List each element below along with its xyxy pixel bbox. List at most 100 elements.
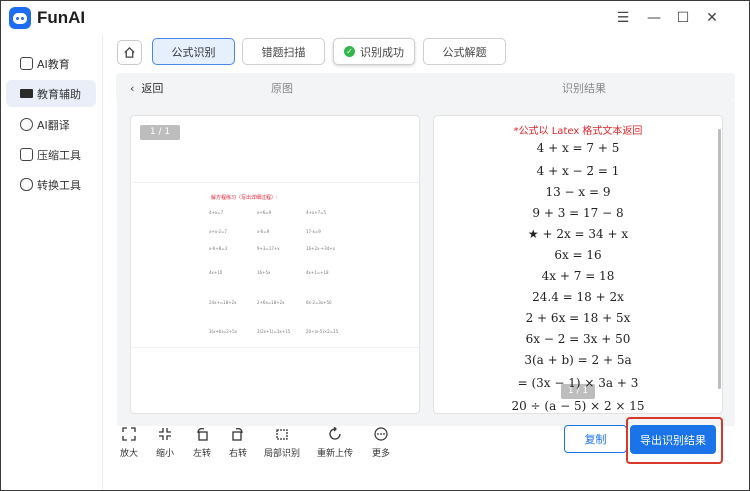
toolbar-label: 缩小 bbox=[155, 449, 174, 459]
formula-line: 24.4 = 18 + 2x bbox=[532, 290, 624, 304]
document-equation: x+x-2=7 bbox=[209, 229, 227, 234]
sidebar-item-ai-education[interactable]: AI教育 bbox=[6, 50, 96, 77]
document-equation: 2+6x=18+2x bbox=[257, 300, 285, 305]
toolbar-label: 右转 bbox=[228, 449, 247, 459]
toolbar-label: 重新上传 bbox=[316, 449, 353, 459]
shrink-icon bbox=[159, 428, 171, 440]
expand-icon bbox=[122, 427, 136, 441]
formula-line: = (3x − 1) × 3a + 3 bbox=[517, 376, 639, 390]
document-title: 解方程练习（写出详细过程）: bbox=[211, 195, 278, 201]
sidebar-item-label: AI翻译 bbox=[37, 118, 70, 132]
sidebar-item-compress-tool[interactable]: 压缩工具 bbox=[6, 141, 96, 168]
tab-formula-solving[interactable]: 公式解题 bbox=[423, 38, 506, 65]
document-equation: 16+2x-+34+x bbox=[306, 246, 335, 251]
maximize-icon[interactable]: ☐ bbox=[674, 9, 692, 27]
formula-line: 9 + 3 = 17 − 8 bbox=[532, 206, 624, 220]
document-equation: 17-x=9 bbox=[306, 229, 321, 234]
toolbar-label: 放大 bbox=[119, 449, 138, 459]
convert-icon bbox=[20, 178, 33, 191]
formula-line: 4 + x − 2̄ = 1 bbox=[536, 164, 620, 178]
document-equation: x+6=9 bbox=[257, 210, 272, 215]
original-label: 原图 bbox=[271, 82, 293, 95]
toolbar-label: 局部识别 bbox=[263, 449, 300, 459]
rotate-left-icon bbox=[197, 427, 208, 441]
formula-line: 2 + 6x = 18 + 5x bbox=[525, 311, 631, 325]
sidebar-item-label: 教育辅助 bbox=[37, 87, 81, 101]
reupload-icon bbox=[329, 427, 341, 440]
document-equation: 4+x+7=5 bbox=[306, 210, 327, 215]
close-icon[interactable]: ✕ bbox=[703, 9, 721, 27]
formula-line: 6x = 16 bbox=[554, 248, 602, 262]
check-circle-icon: ✓ bbox=[344, 46, 355, 57]
toolbar-expand-button[interactable]: 放大 bbox=[109, 427, 149, 459]
home-button[interactable] bbox=[117, 40, 142, 65]
toolbar-crop-button[interactable]: 局部识别 bbox=[262, 427, 302, 459]
app-logo-icon bbox=[9, 7, 31, 29]
document-equation: 3(x+b)=2+5x bbox=[209, 329, 238, 334]
document-equation: 9+3=17+x bbox=[257, 246, 280, 251]
tab-label: 公式解题 bbox=[442, 45, 487, 59]
formula-line: ★ + 2x = 34 + x bbox=[527, 227, 629, 241]
document-equation: 4x+10 bbox=[209, 270, 223, 275]
toolbar-label: 更多 bbox=[371, 449, 390, 459]
latex-note: *公式以 Latex 格式文本返回 bbox=[513, 126, 643, 137]
formula-line: 3(a + b) = 2 + 5a bbox=[524, 353, 632, 367]
minimize-icon[interactable]: — bbox=[645, 9, 663, 27]
sidebar-item-education-assist[interactable]: 教育辅助 bbox=[6, 80, 96, 107]
sidebar-item-ai-translate[interactable]: AI翻译 bbox=[6, 111, 96, 138]
compress-icon bbox=[20, 148, 33, 161]
home-icon bbox=[124, 46, 135, 58]
formula-line: 4 + x = 7 + 5 bbox=[536, 141, 620, 155]
toolbar-label: 左转 bbox=[192, 449, 211, 459]
recognition-result-panel: *公式以 Latex 格式文本返回 1 / 1 4 + x = 7 + 54 +… bbox=[433, 115, 723, 414]
document-image: 解方程练习（写出详细过程）: 4+x=7 x+6=9 4+x+7=5 x+x-2=7 x… bbox=[131, 182, 419, 348]
formula-line: 4x + 7 = 18 bbox=[541, 269, 615, 283]
title-bar: FunAI ☰ — ☐ ✕ bbox=[1, 1, 749, 35]
original-image-panel: 1 / 1 解方程练习（写出详细过程）: 4+x=7 x+6=9 4+x+7=5 x+… bbox=[130, 115, 420, 414]
app-title: FunAI bbox=[37, 8, 86, 27]
back-label: 返回 bbox=[141, 82, 164, 95]
document-equation: 3(2x+1)=3x+15 bbox=[257, 329, 291, 334]
document-equation: 16+5x bbox=[257, 270, 271, 275]
document-equation: 4+x=7 bbox=[209, 210, 224, 215]
sub-header: ‹ 返回 原图 识别结果 bbox=[116, 73, 735, 101]
toolbar-rotate-left-button[interactable]: 左转 bbox=[182, 427, 222, 459]
document-equation: 6x-2=3x+50 bbox=[306, 300, 332, 305]
tab-label: 错题扫描 bbox=[261, 45, 306, 59]
document-equation: 4x+1=+18 bbox=[306, 270, 329, 275]
document-equation: 20÷(x-5)×2=15 bbox=[306, 329, 339, 334]
back-button[interactable]: ‹ 返回 bbox=[130, 80, 163, 96]
sidebar-item-label: 转换工具 bbox=[37, 178, 81, 192]
graduation-cap-icon bbox=[20, 57, 33, 70]
result-label: 识别结果 bbox=[562, 82, 606, 95]
translate-icon bbox=[20, 118, 33, 131]
menu-icon[interactable]: ☰ bbox=[614, 9, 632, 27]
toolbar-reupload-button[interactable]: 重新上传 bbox=[315, 427, 355, 459]
sidebar-item-convert-tool[interactable]: 转换工具 bbox=[6, 171, 96, 198]
toast-label: 识别成功 bbox=[360, 45, 404, 59]
formula-line: 6x − 2 = 3x + 50 bbox=[525, 332, 631, 346]
formula-line: 13 − x = 9 bbox=[545, 185, 611, 199]
book-icon bbox=[20, 89, 33, 98]
copy-button[interactable]: 复制 bbox=[564, 425, 627, 453]
sidebar-item-label: 压缩工具 bbox=[37, 148, 81, 162]
toolbar-more-button[interactable]: 更多 bbox=[361, 427, 401, 459]
main-content: 公式识别 错题扫描 ✓ 识别成功 公式解题 ‹ 返回 原图 识别结果 1 / 1… bbox=[103, 35, 749, 490]
document-equation: 24x+=18+2x bbox=[209, 300, 237, 305]
export-result-button[interactable]: 导出识别结果 bbox=[630, 425, 716, 454]
sidebar: AI教育 教育辅助 AI翻译 压缩工具 转换工具 bbox=[1, 35, 103, 490]
sidebar-item-label: AI教育 bbox=[37, 57, 70, 71]
success-toast: ✓ 识别成功 bbox=[333, 38, 415, 65]
rotate-right-icon bbox=[232, 427, 243, 441]
toolbar-shrink-button[interactable]: 缩小 bbox=[145, 427, 185, 459]
tab-wrong-question-scan[interactable]: 错题扫描 bbox=[242, 38, 325, 65]
page-indicator: 1 / 1 bbox=[140, 125, 180, 140]
tab-label: 公式识别 bbox=[171, 45, 216, 59]
formula-line: 20 ÷ (a − 5) × 2 × 15 bbox=[511, 399, 645, 413]
crop-icon bbox=[276, 429, 288, 440]
more-icon bbox=[374, 427, 388, 441]
toolbar-rotate-right-button[interactable]: 右转 bbox=[218, 427, 258, 459]
document-equation: x-6=9 bbox=[257, 229, 270, 234]
tab-formula-recognition[interactable]: 公式识别 bbox=[152, 38, 235, 65]
document-equation: x-6+8=3 bbox=[209, 246, 228, 251]
